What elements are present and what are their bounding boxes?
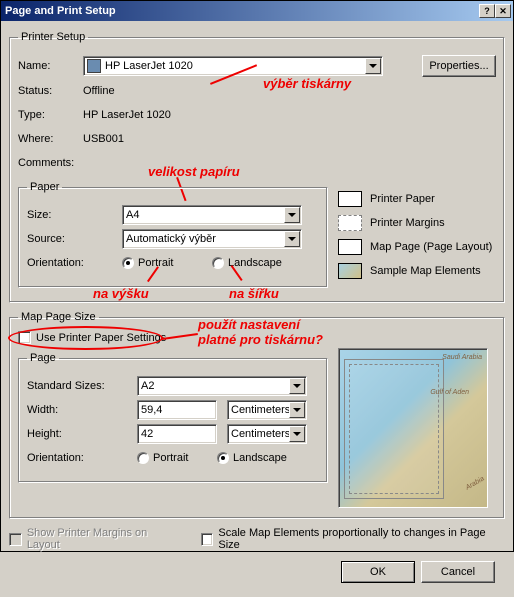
page-landscape-label: Landscape xyxy=(233,452,287,464)
map-label-gulf: Gulf of Aden xyxy=(430,389,469,396)
height-input[interactable]: 42 xyxy=(137,424,217,444)
printer-margins-swatch xyxy=(338,215,362,231)
chevron-down-icon xyxy=(289,402,305,418)
std-sizes-value: A2 xyxy=(141,380,154,392)
printer-name-dropdown[interactable]: HP LaserJet 1020 xyxy=(83,56,383,76)
page-legend: Page xyxy=(27,352,59,364)
radio-icon xyxy=(137,452,149,464)
height-label: Height: xyxy=(27,428,137,440)
titlebar: Page and Print Setup ? ✕ xyxy=(1,1,513,21)
radio-icon xyxy=(122,257,134,269)
annotation-use-printer-1: použít nastavení xyxy=(198,317,300,332)
scale-elements-label: Scale Map Elements proportionally to cha… xyxy=(218,527,505,551)
width-units-value: Centimeters xyxy=(231,404,290,416)
properties-button[interactable]: Properties... xyxy=(422,55,496,77)
where-label: Where: xyxy=(18,133,83,145)
help-icon[interactable]: ? xyxy=(479,4,495,18)
paper-source-dropdown[interactable]: Automatický výběr xyxy=(122,229,302,249)
printer-paper-swatch xyxy=(338,191,362,207)
annotation-portrait: na výšku xyxy=(93,286,149,301)
chevron-down-icon xyxy=(289,426,305,442)
radio-icon xyxy=(217,452,229,464)
std-sizes-dropdown[interactable]: A2 xyxy=(137,376,307,396)
paper-group: Paper Size: A4 Source: Automatický výběr xyxy=(18,181,328,288)
show-margins-label: Show Printer Margins on Layout xyxy=(27,527,181,551)
size-label: Size: xyxy=(27,209,122,221)
source-label: Source: xyxy=(27,233,122,245)
page-group: Page Standard Sizes: A2 Width: 59,4 xyxy=(18,352,328,483)
paper-portrait-radio[interactable]: Portrait xyxy=(122,257,212,269)
checkbox-icon xyxy=(9,533,22,546)
chevron-down-icon xyxy=(284,231,300,247)
map-preview: Saudi Arabia Gulf of Aden Arabia xyxy=(338,348,488,508)
legend-map-page: Map Page (Page Layout) xyxy=(370,241,492,253)
paper-orientation-label: Orientation: xyxy=(27,257,122,269)
cancel-button[interactable]: Cancel xyxy=(421,561,495,583)
sample-elements-swatch xyxy=(338,263,362,279)
show-margins-checkbox[interactable]: Show Printer Margins on Layout xyxy=(9,527,181,551)
height-units-value: Centimeters xyxy=(231,428,290,440)
chevron-down-icon xyxy=(365,58,381,74)
paper-landscape-label: Landscape xyxy=(228,257,282,269)
printer-setup-legend: Printer Setup xyxy=(18,31,88,43)
radio-icon xyxy=(212,257,224,269)
paper-size-dropdown[interactable]: A4 xyxy=(122,205,302,225)
printer-setup-group: Printer Setup Name: HP LaserJet 1020 Pro… xyxy=(9,31,505,303)
printer-name-value: HP LaserJet 1020 xyxy=(105,60,193,72)
paper-landscape-radio[interactable]: Landscape xyxy=(212,257,282,269)
legend-sample-elements: Sample Map Elements xyxy=(370,265,481,277)
window-title: Page and Print Setup xyxy=(3,5,479,17)
ok-button[interactable]: OK xyxy=(341,561,415,583)
where-value: USB001 xyxy=(83,133,124,145)
map-page-size-legend: Map Page Size xyxy=(18,311,99,323)
std-sizes-label: Standard Sizes: xyxy=(27,380,137,392)
checkbox-icon xyxy=(201,533,214,546)
status-value: Offline xyxy=(83,85,115,97)
annotation-landscape: na šířku xyxy=(229,286,279,301)
legend-panel: Printer Paper Printer Margins Map Page (… xyxy=(338,177,496,285)
type-label: Type: xyxy=(18,109,83,121)
legend-printer-paper: Printer Paper xyxy=(370,193,435,205)
map-page-size-group: Map Page Size Use Printer Paper Settings… xyxy=(9,311,505,519)
dialog-window: Page and Print Setup ? ✕ Printer Setup N… xyxy=(0,0,514,552)
status-label: Status: xyxy=(18,85,83,97)
type-value: HP LaserJet 1020 xyxy=(83,109,171,121)
close-icon[interactable]: ✕ xyxy=(495,4,511,18)
paper-size-value: A4 xyxy=(126,209,139,221)
map-page-swatch xyxy=(338,239,362,255)
page-portrait-label: Portrait xyxy=(153,452,188,464)
name-label: Name: xyxy=(18,60,83,72)
paper-legend: Paper xyxy=(27,181,62,193)
comments-label: Comments: xyxy=(18,157,83,169)
paper-portrait-label: Portrait xyxy=(138,257,173,269)
printer-icon xyxy=(87,59,101,73)
width-label: Width: xyxy=(27,404,137,416)
chevron-down-icon xyxy=(289,378,305,394)
map-label-arabia: Arabia xyxy=(464,475,485,491)
scale-elements-checkbox[interactable]: Scale Map Elements proportionally to cha… xyxy=(201,527,505,551)
height-units-dropdown[interactable]: Centimeters xyxy=(227,424,307,444)
map-label-saudi: Saudi Arabia xyxy=(442,354,482,361)
checkbox-icon xyxy=(18,331,31,344)
chevron-down-icon xyxy=(284,207,300,223)
page-portrait-radio[interactable]: Portrait xyxy=(137,452,217,464)
page-orientation-label: Orientation: xyxy=(27,452,137,464)
use-printer-settings-label: Use Printer Paper Settings xyxy=(36,332,166,344)
use-printer-settings-checkbox[interactable]: Use Printer Paper Settings xyxy=(18,331,496,344)
width-input[interactable]: 59,4 xyxy=(137,400,217,420)
page-landscape-radio[interactable]: Landscape xyxy=(217,452,287,464)
width-units-dropdown[interactable]: Centimeters xyxy=(227,400,307,420)
paper-source-value: Automatický výběr xyxy=(126,233,216,245)
legend-printer-margins: Printer Margins xyxy=(370,217,445,229)
